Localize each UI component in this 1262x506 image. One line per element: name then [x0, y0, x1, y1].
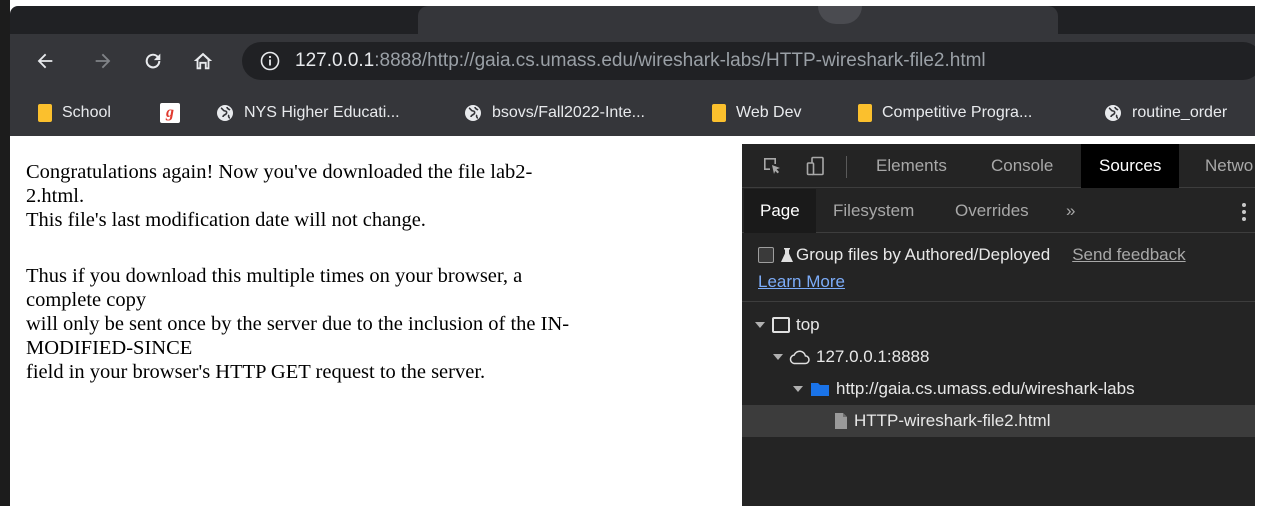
tree-item-origin[interactable]: 127.0.0.1:8888 — [742, 341, 1255, 373]
divider — [742, 301, 1255, 302]
info-icon[interactable] — [260, 51, 280, 71]
experiment-flask-icon — [781, 248, 793, 262]
folder-icon — [38, 104, 52, 122]
device-toolbar-icon[interactable] — [806, 156, 826, 176]
page-text-line: 2.html. — [26, 185, 85, 207]
bookmark-label: Web Dev — [736, 104, 802, 121]
bookmark-web-dev[interactable]: Web Dev — [712, 102, 802, 124]
toolbar-separator — [846, 156, 847, 178]
back-button[interactable] — [30, 46, 60, 76]
caret-down-icon[interactable] — [754, 319, 766, 331]
bookmark-label: Competitive Progra... — [882, 104, 1033, 121]
learn-more-link[interactable]: Learn More — [758, 272, 845, 292]
folder-icon — [858, 104, 872, 122]
forward-arrow-icon — [95, 53, 111, 69]
subtab-filesystem[interactable]: Filesystem — [833, 189, 914, 233]
home-button[interactable] — [188, 46, 218, 76]
tab-sources[interactable]: Sources — [1081, 144, 1180, 188]
tree-item-folder[interactable]: http://gaia.cs.umass.edu/wireshark-labs — [742, 373, 1255, 405]
sources-navigator-tabs: Page Filesystem Overrides » — [742, 189, 1255, 233]
tree-item-top[interactable]: top — [742, 309, 1255, 341]
caret-down-icon[interactable] — [772, 351, 784, 363]
more-options-icon[interactable] — [1241, 201, 1247, 223]
globe-icon — [465, 105, 481, 121]
bookmark-g[interactable]: g — [160, 102, 180, 124]
page-text-line: field in your browser's HTTP GET request… — [26, 361, 486, 383]
globe-icon — [217, 105, 233, 121]
page-content: Congratulations again! Now you've downlo… — [10, 144, 742, 506]
tree-label: HTTP-wireshark-file2.html — [854, 411, 1051, 430]
devtools-panel: Elements Console Sources Netwo Page File… — [742, 144, 1255, 506]
bookmark-label: bsovs/Fall2022-Inte... — [492, 104, 645, 121]
bookmark-bsovs[interactable]: bsovs/Fall2022-Inte... — [464, 102, 645, 124]
bookmark-label: School — [62, 104, 111, 121]
more-tabs-chevron[interactable]: » — [1066, 189, 1075, 233]
url-path: :8888/http://gaia.cs.umass.edu/wireshark… — [374, 50, 986, 71]
bookmark-label: routine_order — [1132, 104, 1228, 121]
page-text-line: MODIFIED-SINCE — [26, 337, 193, 359]
file-icon — [835, 413, 847, 429]
browser-tab[interactable] — [418, 6, 1058, 34]
folder-icon — [811, 383, 829, 396]
window-edge — [0, 0, 10, 506]
tree-label: 127.0.0.1:8888 — [816, 347, 930, 366]
home-icon — [193, 52, 213, 70]
page-text-line: Thus if you download this multiple times… — [26, 265, 523, 287]
tab-console[interactable]: Console — [991, 144, 1053, 188]
page-text-line: Congratulations again! Now you've downlo… — [26, 161, 533, 183]
frame-icon — [772, 317, 790, 333]
tab-network[interactable]: Netwo — [1205, 144, 1253, 188]
url-host: 127.0.0.1 — [295, 50, 375, 71]
globe-icon — [1105, 105, 1121, 121]
group-files-checkbox[interactable] — [758, 247, 774, 263]
tree-label: top — [796, 315, 820, 334]
bookmark-school[interactable]: School — [38, 102, 111, 124]
cloud-icon — [789, 350, 810, 365]
devtools-main-tabs: Elements Console Sources Netwo — [742, 144, 1255, 188]
window-edge — [1255, 0, 1262, 506]
tab-elements[interactable]: Elements — [876, 144, 947, 188]
site-logo-icon: g — [160, 103, 180, 123]
bookmark-routine-order[interactable]: routine_order — [1104, 102, 1227, 124]
bookmarks-bar: School g NYS Higher Educati... bsovs/Fal… — [10, 90, 1255, 136]
back-arrow-icon — [37, 53, 53, 69]
page-text-line: This file's last modification date will … — [26, 209, 426, 231]
subtab-page[interactable]: Page — [744, 189, 816, 233]
bookmark-competitive-programming[interactable]: Competitive Progra... — [858, 102, 1032, 124]
caret-down-icon[interactable] — [792, 383, 804, 395]
forward-button[interactable] — [88, 46, 118, 76]
group-files-option: Group files by Authored/Deployed Send fe… — [758, 242, 1186, 268]
reload-button[interactable] — [138, 46, 168, 76]
tree-item-file[interactable]: HTTP-wireshark-file2.html — [742, 405, 1255, 437]
address-url[interactable]: 127.0.0.1:8888/http://gaia.cs.umass.edu/… — [295, 50, 986, 72]
tree-label: http://gaia.cs.umass.edu/wireshark-labs — [836, 379, 1135, 398]
address-bar[interactable]: 127.0.0.1:8888/http://gaia.cs.umass.edu/… — [242, 42, 1262, 80]
subtab-overrides[interactable]: Overrides — [955, 189, 1029, 233]
bookmark-nys-higher-education[interactable]: NYS Higher Educati... — [216, 102, 400, 124]
inspect-element-icon[interactable] — [762, 156, 782, 176]
bookmark-label: NYS Higher Educati... — [244, 104, 400, 121]
page-text-line: complete copy — [26, 289, 147, 311]
send-feedback-link[interactable]: Send feedback — [1072, 245, 1185, 265]
reload-icon — [145, 53, 161, 69]
page-text-line: will only be sent once by the server due… — [26, 313, 570, 335]
browser-toolbar: 127.0.0.1:8888/http://gaia.cs.umass.edu/… — [10, 34, 1262, 90]
group-files-label: Group files by Authored/Deployed — [796, 245, 1051, 264]
folder-icon — [712, 104, 726, 122]
